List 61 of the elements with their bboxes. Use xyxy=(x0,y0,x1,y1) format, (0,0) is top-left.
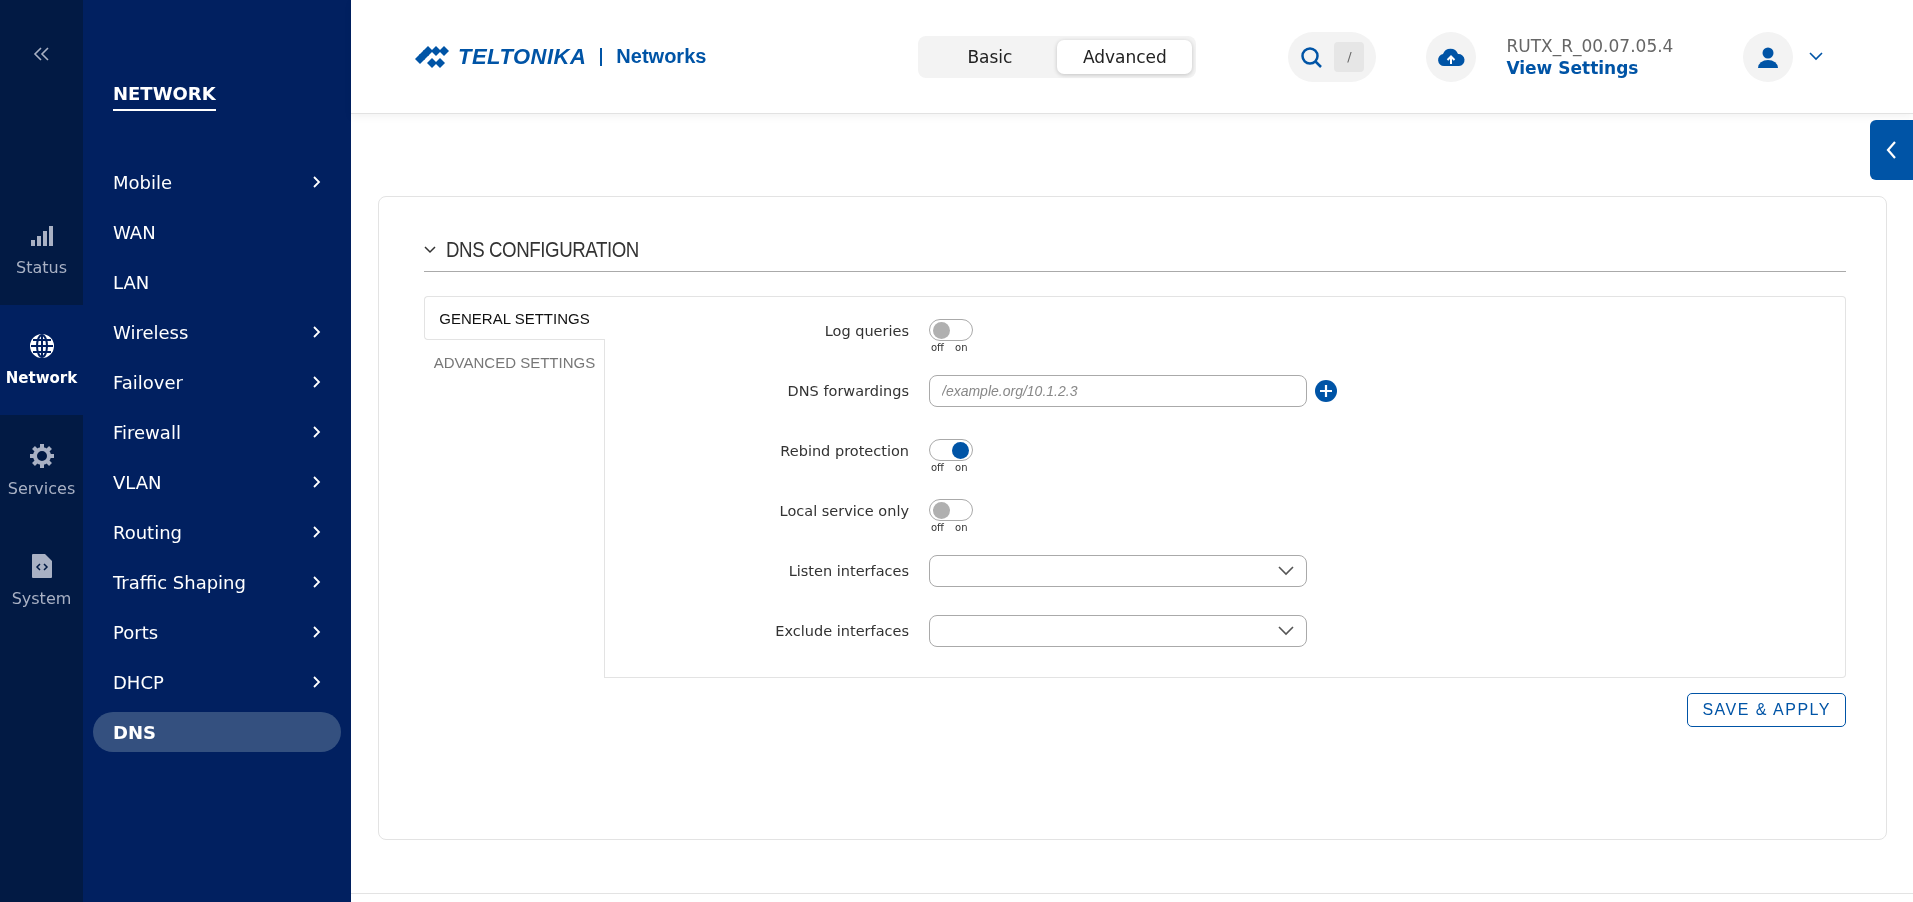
mode-tab[interactable]: Advanced xyxy=(1057,39,1193,74)
brand-name: TELTONIKA xyxy=(458,43,587,70)
rail-item[interactable]: System xyxy=(0,525,83,635)
menu-item[interactable]: DHCP xyxy=(93,662,341,702)
search-icon xyxy=(1300,45,1323,68)
section-title: DNS CONFIGURATION xyxy=(446,237,639,263)
logo-mark-icon xyxy=(414,43,450,70)
rail-item[interactable]: Services xyxy=(0,415,83,525)
menu-item[interactable]: WAN xyxy=(93,212,341,252)
field-label: Exclude interfaces xyxy=(774,623,910,639)
firmware-version: RUTX_R_00.07.05.4 xyxy=(1506,35,1674,56)
settings-tab[interactable]: ADVANCED SETTINGS xyxy=(424,340,604,384)
side-panel-toggle[interactable] xyxy=(1870,120,1913,180)
mode-tab[interactable]: Basic xyxy=(922,39,1058,74)
globe-icon xyxy=(28,333,55,359)
menu-title: NETWORK xyxy=(113,83,216,111)
dropdown-field[interactable] xyxy=(929,555,1307,587)
off-label: off xyxy=(931,462,944,473)
menu-item[interactable]: Ports xyxy=(93,612,341,652)
rail-item[interactable]: Network xyxy=(0,305,83,415)
field-label: Listen interfaces xyxy=(787,563,910,579)
shortcut-key: / xyxy=(1334,41,1365,72)
save-apply-button[interactable]: SAVE & APPLY xyxy=(1687,693,1846,727)
collapse-chevron-icon[interactable] xyxy=(424,246,436,254)
search-button[interactable]: / xyxy=(1288,31,1377,82)
rail-item[interactable]: Status xyxy=(0,195,83,305)
menu-item[interactable]: Routing xyxy=(93,512,341,552)
on-label: on xyxy=(955,462,968,473)
settings-tab[interactable]: GENERAL SETTINGS xyxy=(424,296,604,340)
chevron-down-icon xyxy=(1278,626,1294,636)
field-label: Log queries xyxy=(823,323,910,339)
add-icon[interactable] xyxy=(1315,380,1337,402)
off-label: off xyxy=(931,342,944,353)
on-label: on xyxy=(955,522,968,533)
menu-item[interactable]: Failover xyxy=(93,362,341,402)
toggle-switch[interactable] xyxy=(929,499,973,521)
field-label: Local service only xyxy=(778,503,910,519)
chevron-left-icon xyxy=(1886,141,1897,159)
user-icon xyxy=(1757,45,1780,68)
view-settings-link[interactable]: View Settings xyxy=(1506,57,1674,78)
gear-icon xyxy=(28,442,55,469)
chevron-down-icon xyxy=(1278,566,1294,576)
menu-item[interactable]: LAN xyxy=(93,262,341,302)
menu-item[interactable]: Firewall xyxy=(93,412,341,452)
off-label: off xyxy=(931,522,944,533)
toggle-switch[interactable] xyxy=(929,439,973,461)
menu-item[interactable]: Wireless xyxy=(93,312,341,352)
field-label: DNS forwardings xyxy=(786,383,910,399)
dropdown-field[interactable] xyxy=(929,615,1307,647)
field-label: Rebind protection xyxy=(779,443,910,459)
caret-down-icon[interactable] xyxy=(1809,52,1824,61)
menu-item[interactable]: DNS xyxy=(93,712,341,752)
menu-item[interactable]: Traffic Shaping xyxy=(93,562,341,602)
menu-item[interactable]: Mobile xyxy=(93,162,341,202)
file-code-icon xyxy=(29,552,54,579)
text-field[interactable]: /example.org/10.1.2.3 xyxy=(929,375,1307,407)
toggle-switch[interactable] xyxy=(929,319,973,341)
menu-item[interactable]: VLAN xyxy=(93,462,341,502)
signal-icon xyxy=(28,223,55,248)
brand-suffix: Networks xyxy=(616,45,707,68)
on-label: on xyxy=(955,342,968,353)
